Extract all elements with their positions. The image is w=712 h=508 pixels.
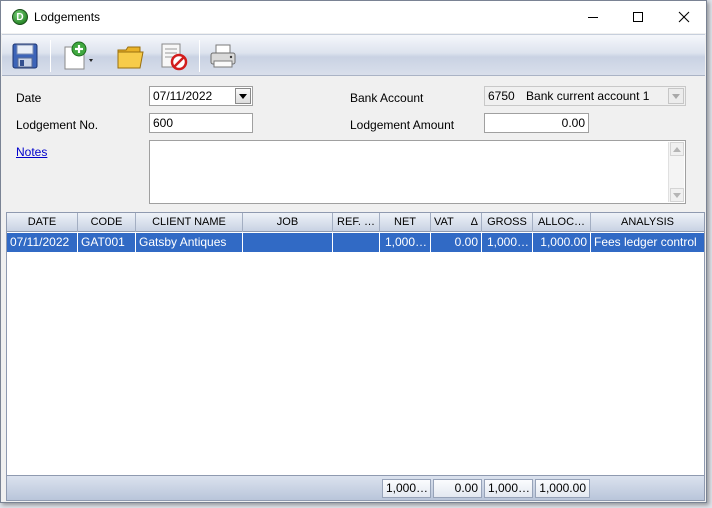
cancel-document-icon [161, 43, 188, 71]
bank-account-name: Bank current account 1 [526, 89, 650, 103]
open-button[interactable] [114, 39, 148, 73]
cell-code: GAT001 [78, 233, 136, 252]
save-button[interactable] [8, 39, 42, 73]
notes-link[interactable]: Notes [16, 145, 47, 159]
cell-analysis: Fees ledger control [594, 235, 697, 249]
column-header-vat-label: VAT [434, 216, 454, 228]
title-bar: D Lodgements [1, 1, 706, 33]
cell-date: 07/11/2022 [7, 233, 78, 252]
column-header-client-name[interactable]: CLIENT NAME [136, 213, 243, 232]
print-icon [210, 44, 236, 68]
save-icon [12, 43, 38, 69]
total-net: 1,000… [382, 479, 431, 498]
maximize-icon [633, 12, 643, 22]
maximize-button[interactable] [615, 1, 661, 33]
new-button[interactable] [58, 39, 96, 73]
column-header-date[interactable]: DATE [7, 213, 78, 232]
cancel-lodgement-button[interactable] [156, 39, 190, 73]
chevron-down-icon [239, 93, 247, 99]
cell-ref [333, 233, 380, 252]
grid-totals-bar: 1,000… 0.00 1,000… 1,000.00 [7, 475, 704, 500]
open-folder-icon [117, 46, 144, 69]
new-document-icon [64, 41, 93, 70]
chevron-down-icon [672, 93, 680, 99]
date-value: 07/11/2022 [153, 89, 213, 103]
lodgement-amount-label: Lodgement Amount [350, 118, 455, 132]
notes-scrollbar[interactable] [668, 142, 684, 202]
app-logo-icon: D [12, 9, 28, 25]
close-button[interactable] [661, 1, 707, 33]
sort-indicator-icon: Δ [470, 216, 478, 228]
cell-client-name: Gatsby Antiques [136, 233, 243, 252]
bank-account-dropdown[interactable]: 6750 Bank current account 1 [484, 86, 686, 106]
window-title: Lodgements [34, 10, 101, 24]
cell-gross: 1,000… [482, 233, 533, 252]
notes-textarea[interactable] [149, 140, 686, 204]
toolbar [2, 34, 705, 76]
bank-account-dropdown-button[interactable] [668, 88, 684, 104]
column-header-job[interactable]: JOB [243, 213, 333, 232]
bank-account-label: Bank Account [350, 91, 424, 105]
column-header-ref[interactable]: REF. … [333, 213, 380, 232]
lodgement-no-value: 600 [153, 116, 174, 130]
grid-header: DATE CODE CLIENT NAME JOB REF. … NET VAT… [7, 213, 704, 232]
date-field[interactable]: 07/11/2022 [149, 86, 253, 106]
column-header-net[interactable]: NET [380, 213, 431, 232]
minimize-icon [588, 17, 598, 18]
cell-vat: 0.00 [431, 233, 482, 252]
column-header-code[interactable]: CODE [78, 213, 136, 232]
total-vat: 0.00 [433, 479, 482, 498]
table-row[interactable]: 07/11/2022 GAT001 Gatsby Antiques 1,000…… [7, 233, 704, 252]
lodgement-amount-field[interactable]: 0.00 [484, 113, 589, 133]
column-header-analysis[interactable]: ANALYSIS [591, 213, 704, 232]
lodgement-amount-value: 0.00 [561, 116, 585, 130]
column-header-gross[interactable]: GROSS [482, 213, 533, 232]
lodgements-window: D Lodgements Date 07/11/2022 Lodgement N… [0, 0, 707, 503]
chevron-down-icon [673, 192, 681, 198]
lodgement-no-label: Lodgement No. [16, 118, 99, 132]
column-header-alloc[interactable]: ALLOC… [533, 213, 591, 232]
print-button[interactable] [206, 39, 240, 73]
cell-alloc: 1,000.00 [533, 233, 591, 252]
scroll-up-button[interactable] [670, 142, 684, 156]
lodgement-grid: DATE CODE CLIENT NAME JOB REF. … NET VAT… [6, 212, 705, 501]
lodgement-no-field[interactable]: 600 [149, 113, 253, 133]
close-icon [678, 11, 690, 23]
date-dropdown-button[interactable] [235, 88, 251, 104]
column-header-vat[interactable]: VAT Δ [431, 213, 482, 232]
chevron-up-icon [673, 146, 681, 152]
cell-net: 1,000… [380, 233, 431, 252]
bank-account-code: 6750 [488, 89, 515, 103]
date-label: Date [16, 91, 42, 105]
minimize-button[interactable] [570, 1, 616, 33]
total-gross: 1,000… [484, 479, 533, 498]
scroll-down-button[interactable] [670, 188, 684, 202]
cell-job [243, 233, 333, 252]
total-alloc: 1,000.00 [535, 479, 590, 498]
